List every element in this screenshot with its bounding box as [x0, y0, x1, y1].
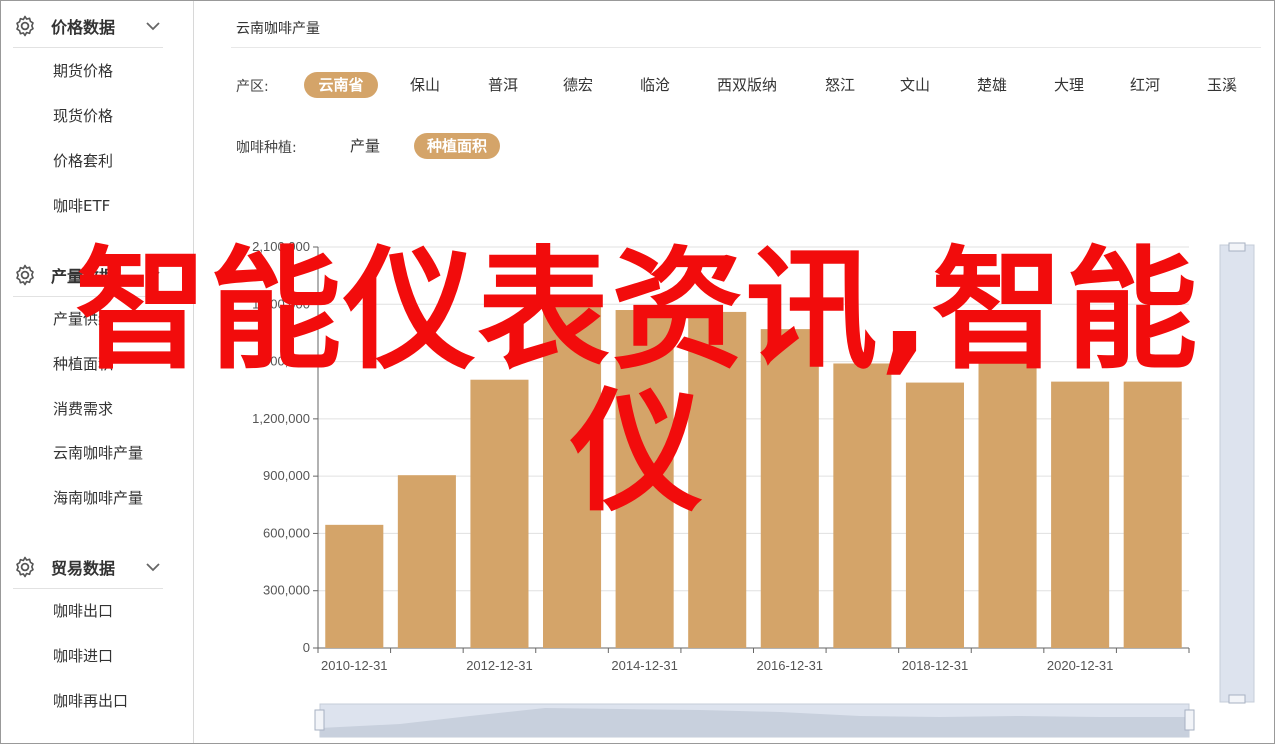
x-tick-label: 2016-12-31 [757, 658, 824, 673]
y-tick-label: 900,000 [263, 468, 310, 483]
y-tick-label: 300,000 [263, 583, 310, 598]
bar [978, 363, 1037, 648]
bar [615, 310, 674, 648]
x-tick-label: 2014-12-31 [611, 658, 678, 673]
bar [833, 363, 892, 648]
bar [688, 311, 747, 648]
bar [325, 524, 384, 648]
x-tick-label: 2018-12-31 [902, 658, 969, 673]
bar [543, 294, 602, 648]
vertical-scrollbar-handle-bottom [1228, 694, 1246, 704]
zoom-slider-handle-right [1184, 709, 1195, 731]
bar [470, 379, 529, 648]
y-tick-label: 1,800,000 [252, 296, 310, 311]
x-tick-label: 2020-12-31 [1047, 658, 1114, 673]
bar [760, 329, 819, 648]
vertical-scrollbar [1219, 244, 1255, 703]
y-tick-label: 1,500,000 [252, 354, 310, 369]
y-tick-label: 0 [303, 640, 310, 655]
bar-chart: 0 300,000 600,000 900,000 1,200,000 1,500,000… [252, 239, 1255, 738]
vertical-scrollbar-handle-top [1228, 242, 1246, 252]
bar [1051, 381, 1110, 648]
bar [397, 475, 456, 648]
y-tick-label: 1,200,000 [252, 411, 310, 426]
x-tick-label: 2010-12-31 [321, 658, 388, 673]
y-tick-label: 2,100,000 [252, 239, 310, 254]
zoom-slider-handle-left [314, 709, 325, 731]
y-tick-label: 600,000 [263, 525, 310, 540]
bar [905, 382, 964, 648]
bar [1123, 381, 1182, 648]
x-tick-label: 2012-12-31 [466, 658, 533, 673]
